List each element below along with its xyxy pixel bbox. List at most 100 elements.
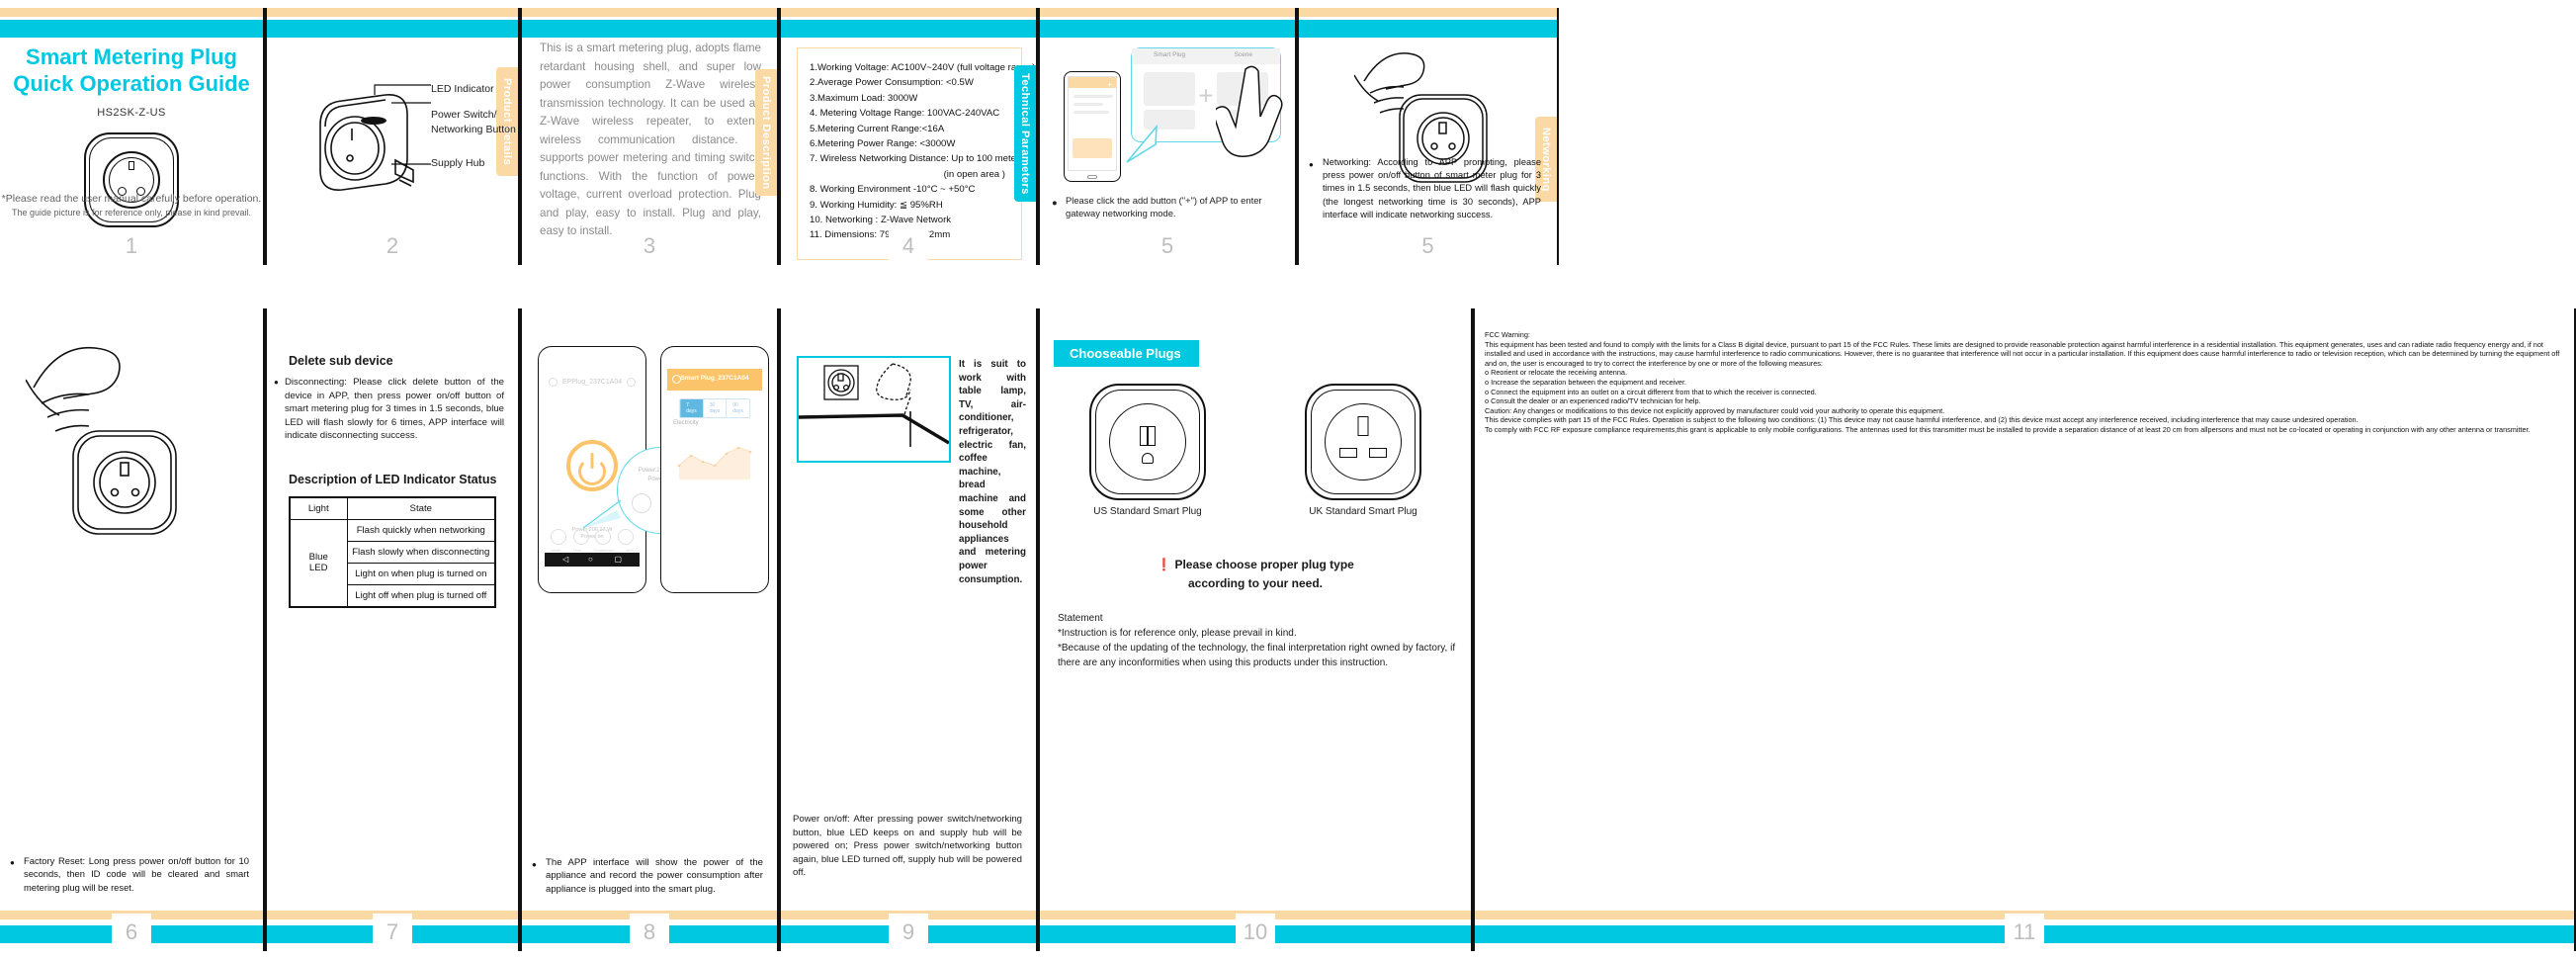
statement-heading: Statement — [1058, 613, 1103, 624]
uk-plug-caption: UK Standard Smart Plug — [1309, 506, 1417, 517]
app-topbar: Smart Plug_237C1A04 — [667, 369, 762, 391]
networking-note-text: Networking: According to APP prompting, … — [1323, 156, 1541, 219]
label-power-switch-line1: Power Switch/ — [431, 109, 497, 121]
band-cyan — [1040, 20, 1295, 38]
band-orange — [1040, 8, 1295, 17]
plug-option-us: US Standard Smart Plug — [1089, 384, 1206, 517]
more-icon[interactable] — [627, 378, 636, 387]
fcc-paragraph: This device complies with part 15 of the… — [1485, 415, 2359, 425]
choose-plug-instruction: ❗ Please choose proper plug type accordi… — [1040, 556, 1471, 593]
page-number: 9 — [889, 914, 928, 951]
recents-nav-icon[interactable]: ▢ — [614, 555, 622, 564]
app-power-note-text: The APP interface will show the power of… — [546, 856, 763, 895]
choose-line-1: ❗ Please choose proper plug type — [1040, 556, 1471, 574]
blue-led-line1: Blue — [308, 552, 328, 564]
title-line-2: Quick Operation Guide — [13, 71, 250, 96]
panel-factory-reset: ● Factory Reset: Long press power on/off… — [0, 308, 265, 951]
skeleton-line — [1073, 103, 1103, 106]
table-cell-state: Flash quickly when networking — [346, 518, 496, 542]
hand-pointing-icon — [1216, 65, 1283, 157]
page-number: 6 — [112, 914, 151, 951]
power-icon-ring — [578, 458, 606, 485]
page-number: 5 — [1148, 227, 1187, 265]
panel-fcc-warning: FCC Warning: This equipment has been tes… — [1473, 308, 2576, 951]
fcc-paragraph: o Consult the dealer or an experienced r… — [1485, 396, 1701, 406]
tab-30-days[interactable]: 30 days — [702, 399, 727, 417]
power-onoff-note: Power on/off: After pressing power switc… — [793, 814, 1022, 879]
back-icon[interactable] — [672, 375, 681, 384]
band-cyan — [522, 20, 777, 38]
week-icon[interactable] — [551, 529, 566, 545]
back-nav-icon[interactable]: ◁ — [562, 555, 568, 564]
bubble-tab-scene: Scene — [1234, 51, 1252, 58]
top-row: Smart Metering Plug Quick Operation Guid… — [0, 8, 2576, 265]
power-toggle-button[interactable] — [566, 440, 618, 491]
guide-sheet: Smart Metering Plug Quick Operation Guid… — [0, 0, 2576, 961]
range-tabs[interactable]: 7 days 30 days 90 days — [679, 398, 750, 418]
add-plus-icon[interactable]: + — [1107, 80, 1112, 89]
tab-7-days[interactable]: 7 days — [680, 399, 703, 417]
spec-item: 6.Metering Power Range: <3000W — [810, 138, 956, 150]
chart-label: Electricity — [673, 420, 699, 426]
phone-mockup-electricity: Smart Plug_237C1A04 7 days 30 days 90 da… — [660, 346, 769, 593]
panel-product-description: Product Description This is a smart mete… — [520, 8, 779, 265]
bullet-icon: ● — [274, 378, 279, 387]
panel-app-power: EPPlug_237C1A04 Power:206.17 W Power on — [520, 308, 779, 951]
tab-90-days[interactable]: 90 days — [726, 399, 749, 417]
fcc-paragraph: This equipment has been tested and found… — [1485, 339, 2560, 368]
read-manual-note-line2: The guide picture is for reference only,… — [12, 208, 251, 218]
spec-item: 2.Average Power Consumption: <0.5W — [810, 77, 974, 89]
app-add-note: ● Please click the add button ("+") of A… — [1052, 194, 1281, 219]
uk-plug-illustration — [1305, 384, 1421, 500]
us-plug-caption: US Standard Smart Plug — [1093, 506, 1202, 517]
bubble-tail — [1126, 125, 1158, 163]
page-number: 8 — [630, 914, 669, 951]
band-cyan — [267, 20, 518, 38]
label-led-indicator: LED Indicator — [431, 83, 494, 95]
band-cyan — [0, 20, 263, 38]
spec-item: 1.Working Voltage: AC100V~240V (full vol… — [810, 62, 1036, 73]
statement-block: Statement *Instruction is for reference … — [1058, 611, 1457, 670]
page-number: 2 — [373, 227, 412, 265]
home-nav-icon[interactable]: ○ — [588, 555, 593, 564]
app-topbar: + — [1069, 77, 1116, 89]
bubble-tab-smart-plug: Smart Plug — [1154, 51, 1186, 58]
spec-item: 7. Wireless Networking Distance: Up to 1… — [810, 153, 1025, 165]
home-button[interactable] — [1087, 175, 1097, 179]
led-status-heading: Description of LED Indicator Status — [289, 472, 497, 486]
app-add-note-text: Please click the add button ("+") of APP… — [1066, 195, 1262, 218]
us-pin-right — [1147, 426, 1156, 446]
delete-sub-device-text: ● Disconnecting: Please click delete butt… — [274, 376, 504, 443]
spec-item-continuation: (in open area ) — [943, 168, 1005, 180]
spec-item: 5.Metering Current Range:<16A — [810, 123, 945, 134]
band-orange — [522, 8, 777, 17]
magnifier-leader-line — [582, 499, 622, 529]
magnifier-countdown-icon[interactable] — [632, 493, 651, 513]
delete-sub-device-heading: Delete sub device — [289, 354, 393, 368]
spec-item: 3.Maximum Load: 3000W — [810, 92, 918, 104]
fcc-paragraph: To comply with FCC RF exposure complianc… — [1485, 424, 2531, 434]
table-cell-state: Light off when plug is turned off — [346, 583, 496, 608]
band-cyan — [1299, 20, 1557, 38]
table-header-light: Light — [289, 496, 348, 520]
page-number: 5 — [1408, 227, 1448, 265]
android-nav-bar: ◁ ○ ▢ — [545, 553, 640, 567]
bullet-icon: ● — [1309, 159, 1314, 169]
table-cell-state: Light on when plug is turned on — [346, 562, 496, 585]
page-number: 10 — [1236, 914, 1275, 951]
uk-pin-bottom-left — [1339, 448, 1357, 458]
appliances-text: It is suit to work with table lamp, TV, … — [959, 359, 1026, 585]
back-icon[interactable] — [549, 378, 558, 387]
choose-line-1-text: Please choose proper plug type — [1174, 558, 1354, 571]
factory-reset-note: ● Factory Reset: Long press power on/off… — [10, 854, 249, 894]
statement-item-1: *Instruction is for reference only, plea… — [1058, 628, 1297, 639]
model-number: HS2SK-Z-US — [97, 107, 166, 119]
appliance-illustration-box — [797, 356, 951, 463]
page-number: 7 — [373, 914, 412, 951]
bubble-add-plus-icon[interactable]: + — [1198, 81, 1213, 112]
panel-delete-sub-device: Delete sub device ● Disconnecting: Please… — [265, 308, 520, 951]
spec-item: 4. Metering Voltage Range: 100VAC-240VAC — [810, 108, 1000, 120]
band-orange — [267, 8, 518, 17]
spec-item: 8. Working Environment -10°C ~ +50°C — [810, 184, 976, 196]
bullet-icon: ● — [1052, 197, 1058, 208]
